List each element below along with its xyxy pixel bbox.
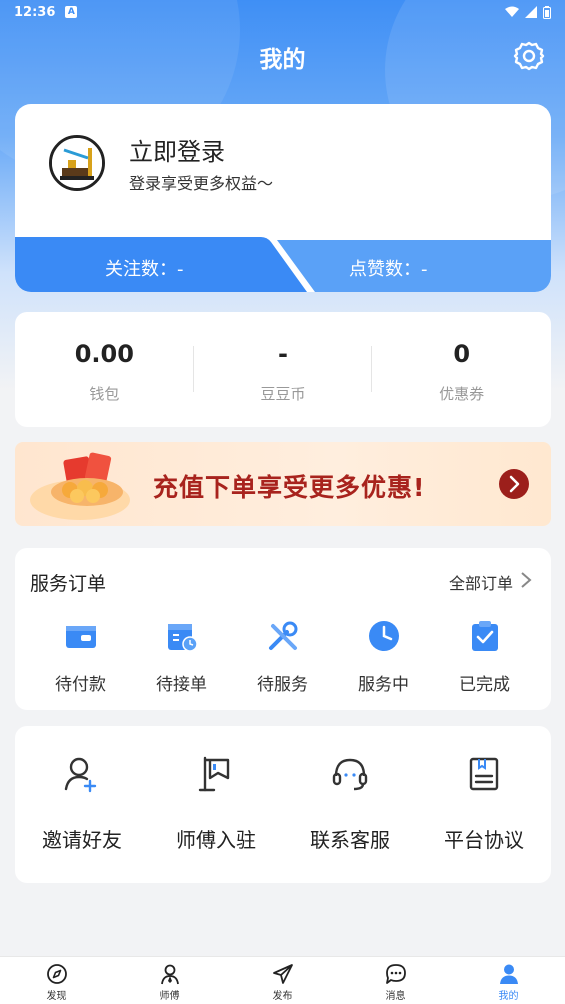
flag-icon xyxy=(198,756,230,792)
calendar-clock-icon xyxy=(167,624,198,652)
follow-count[interactable]: 关注数：- xyxy=(15,237,305,292)
wifi-icon xyxy=(505,6,519,17)
wallet-label: 豆豆币 xyxy=(260,385,306,403)
tab-label: 消息 xyxy=(385,991,406,1002)
chevron-right-icon[interactable] xyxy=(519,570,533,590)
tool-label: 师傅入驻 xyxy=(176,828,256,852)
promo-arrow-button[interactable] xyxy=(499,469,529,499)
order-label: 待付款 xyxy=(55,675,106,695)
gift-coins-icon xyxy=(30,452,130,520)
clock-icon xyxy=(368,621,399,651)
tool-platform-agreement[interactable]: 平台协议 xyxy=(417,726,551,883)
login-subtitle: 登录享受更多权益～ xyxy=(129,174,274,193)
order-label: 待服务 xyxy=(257,675,308,695)
tab-label: 发现 xyxy=(46,991,67,1002)
order-in-service[interactable]: 服务中 xyxy=(333,618,434,698)
order-label: 服务中 xyxy=(358,675,409,695)
promo-text: 充值下单享受更多优惠! xyxy=(153,473,426,502)
wallet-value: 0 xyxy=(453,340,471,368)
page-title: 我的 xyxy=(259,47,306,73)
send-icon xyxy=(272,964,293,984)
wallet-item-coins[interactable]: - 豆豆币 xyxy=(194,312,373,427)
tab-masters[interactable]: 师傅 xyxy=(113,957,226,1004)
wallet-card: 0.00 钱包 - 豆豆币 0 优惠券 xyxy=(15,312,551,427)
wallet-value: 0.00 xyxy=(74,340,134,368)
worker-icon xyxy=(160,964,179,985)
tool-master-join[interactable]: 师傅入驻 xyxy=(149,726,283,883)
clipboard-check-icon xyxy=(471,621,498,651)
order-completed[interactable]: 已完成 xyxy=(434,618,535,698)
tab-label: 我的 xyxy=(498,991,519,1002)
user-icon xyxy=(499,964,518,984)
login-card[interactable]: 立即登录 登录享受更多权益～ 关注数：- 点赞数：- xyxy=(15,104,551,292)
order-label: 已完成 xyxy=(459,675,510,695)
like-count[interactable]: 点赞数：- xyxy=(271,237,551,292)
tab-label: 师傅 xyxy=(159,991,180,1002)
order-label: 待接单 xyxy=(156,675,207,695)
login-title[interactable]: 立即登录 xyxy=(129,132,225,167)
chevron-right-icon xyxy=(509,475,520,493)
wallet-item-balance[interactable]: 0.00 钱包 xyxy=(15,312,194,427)
document-icon xyxy=(469,757,499,791)
wallet-label: 优惠券 xyxy=(439,385,485,403)
follow-label: 关注数：- xyxy=(105,259,184,280)
tab-discover[interactable]: 发现 xyxy=(0,957,113,1004)
tool-label: 邀请好友 xyxy=(42,828,122,852)
tool-invite-friends[interactable]: 邀请好友 xyxy=(15,726,149,883)
headset-icon xyxy=(332,758,368,791)
tool-label: 联系客服 xyxy=(310,828,390,852)
wallet-icon xyxy=(65,626,96,648)
status-bar: 12:36 A xyxy=(0,0,565,24)
orders-card: 服务订单 全部订单 待付款 待接单 待服务 服务中 已完成 xyxy=(15,548,551,710)
battery-icon xyxy=(543,5,551,19)
tools-icon xyxy=(268,621,297,650)
tools-card: 邀请好友 师傅入驻 联系客服 平台协议 xyxy=(15,726,551,883)
status-icons xyxy=(505,5,551,19)
tool-contact-support[interactable]: 联系客服 xyxy=(283,726,417,883)
promo-banner[interactable]: 充值下单享受更多优惠! xyxy=(15,442,551,526)
tool-label: 平台协议 xyxy=(444,828,524,852)
compass-icon xyxy=(46,964,67,984)
order-pending-accept[interactable]: 待接单 xyxy=(131,618,232,698)
tab-mine[interactable]: 我的 xyxy=(452,957,565,1004)
orders-title: 服务订单 xyxy=(30,573,107,595)
order-pending-service[interactable]: 待服务 xyxy=(232,618,333,698)
tab-publish[interactable]: 发布 xyxy=(226,957,339,1004)
wallet-value: - xyxy=(278,340,288,368)
orders-row: 待付款 待接单 待服务 服务中 已完成 xyxy=(15,618,551,698)
avatar-image xyxy=(52,138,102,188)
add-user-icon xyxy=(64,757,97,793)
settings-icon[interactable] xyxy=(513,40,545,72)
tab-label: 发布 xyxy=(272,991,293,1002)
tab-messages[interactable]: 消息 xyxy=(339,957,452,1004)
avatar[interactable] xyxy=(49,135,105,191)
like-label: 点赞数：- xyxy=(349,259,428,280)
stats-strip: 关注数：- 点赞数：- xyxy=(15,237,551,292)
wallet-item-coupons[interactable]: 0 优惠券 xyxy=(372,312,551,427)
chat-icon xyxy=(385,964,406,984)
order-pending-payment[interactable]: 待付款 xyxy=(30,618,131,698)
status-time: 12:36 xyxy=(14,4,56,20)
tab-bar: 发现 师傅 发布 消息 我的 xyxy=(0,956,565,1004)
signal-icon xyxy=(525,6,537,18)
notification-icon: A xyxy=(65,6,78,18)
all-orders-link[interactable]: 全部订单 xyxy=(449,570,513,594)
wallet-label: 钱包 xyxy=(89,385,120,403)
